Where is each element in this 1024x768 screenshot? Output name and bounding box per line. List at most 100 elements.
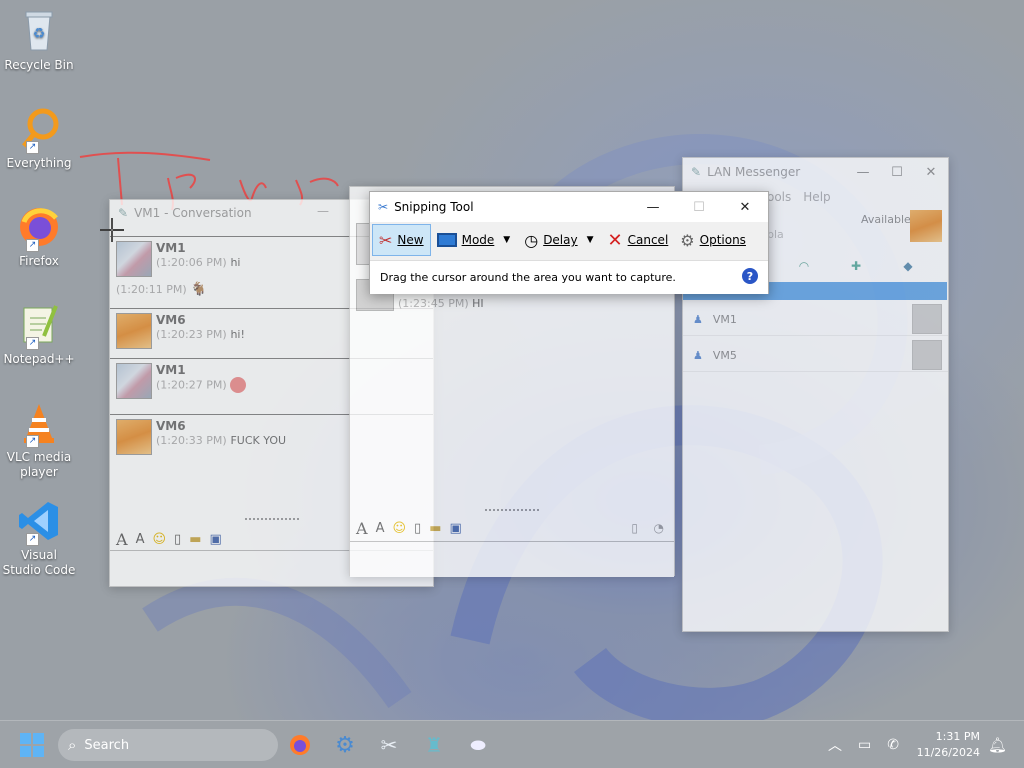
desktop-icon-label: Visual Studio Code [2,548,76,577]
font-icon[interactable]: A [116,530,128,549]
firefox-icon [290,735,310,755]
send-folder-icon[interactable]: ▬ [429,521,441,536]
delay-button[interactable]: ◷ Delay ▼ [518,224,601,256]
resize-grip[interactable] [245,518,299,522]
format-toolbar: A A ☺ ▯ ▬ ▣ [116,530,222,549]
menu-tools[interactable]: ools [767,190,791,204]
save-icon[interactable]: ▣ [449,521,461,536]
save-icon[interactable]: ▣ [209,532,221,547]
conversation-title: VM1 - Conversation [134,206,252,220]
chevron-down-icon[interactable]: ▼ [587,235,594,245]
resize-grip[interactable] [485,509,539,513]
font-color-icon[interactable]: A [136,532,145,547]
chat-room-icon[interactable]: ✚ [836,259,876,273]
transfers-icon[interactable]: ◔ [654,521,664,535]
minimize-icon[interactable]: — [317,204,329,218]
taskbar-settings[interactable]: ⚙ [331,731,359,759]
note-field[interactable]: bla [767,228,784,241]
avatar [912,304,942,334]
font-color-icon[interactable]: A [376,521,385,536]
app-icon: ⬬ [470,734,486,756]
desktop-icon-recycle-bin[interactable]: ♻ Recycle Bin [2,8,76,73]
start-button[interactable] [18,731,46,759]
smiley-icon[interactable]: ☺ [152,532,166,547]
everything-search-icon: ↗ [16,106,62,154]
help-icon[interactable]: ? [742,268,758,284]
menu-help[interactable]: Help [803,190,830,204]
avatar [116,363,152,399]
window-controls: — ☐ ✕ [630,192,768,222]
avatar [116,313,152,349]
contact-name: VM1 [712,313,737,326]
smiley-icon[interactable]: ☺ [392,521,406,536]
avatar[interactable] [910,210,942,242]
lan-messenger-icon: ♜ [425,733,443,757]
history-icon[interactable]: ▯ [631,521,638,535]
system-tray: ︿ ▭ ✆ [828,721,899,768]
mode-button[interactable]: Mode ▼ [431,224,519,256]
new-button[interactable]: ✂ New [372,224,431,256]
desktop-icon-label: Notepad++ [3,352,75,366]
snipping-tool-window[interactable]: ✂ Snipping Tool — ☐ ✕ ✂ New Mode ▼ ◷ Del… [369,191,769,294]
menu-bar: ools Help [767,190,831,204]
chevron-down-icon[interactable]: ▼ [503,235,510,245]
desktop-icon-vlc[interactable]: ↗ VLC media player [2,400,76,480]
taskbar-search[interactable]: ⌕ Search [58,729,278,761]
chevron-up-icon[interactable]: ︿ [828,735,842,755]
options-button[interactable]: ⚙ Options [674,224,752,256]
notepad-plus-plus-icon: ↗ [16,302,62,350]
send-file-icon[interactable]: ▯ [414,521,421,536]
taskbar-lan-messenger[interactable]: ♜ [420,731,448,759]
taskbar-snipping-tool[interactable]: ✂ [375,731,403,759]
transfer-icon[interactable]: ◆ [888,259,928,273]
windows-logo-icon [20,733,44,757]
close-button[interactable]: ✕ [722,192,768,222]
lan-messenger-icon: ✎ [691,165,702,179]
desktop-icon-label: VLC media player [6,450,72,479]
desktop-icon-notepad-plus-plus[interactable]: ↗ Notepad++ [2,302,76,367]
vscode-icon: ↗ [16,498,62,546]
new-button-label: New [397,233,424,247]
minimize-button[interactable]: — [846,158,880,186]
online-status-icon: ♟ [693,349,703,362]
maximize-button[interactable]: ☐ [676,192,722,222]
cancel-button[interactable]: ✕ Cancel [602,224,675,256]
network-icon[interactable]: ▭ [858,737,871,753]
status-label[interactable]: Available [861,213,911,226]
cancel-button-label: Cancel [627,233,669,247]
search-icon: ⌕ [68,736,77,754]
window-controls: — ☐ ✕ [846,158,948,186]
contact-item[interactable]: ♟ VM1 [683,304,948,336]
desktop-icon-everything[interactable]: ↗ Everything [2,106,76,171]
desktop-icon-firefox[interactable]: ↗ Firefox [2,204,76,269]
new-snip-icon: ✂ [379,230,393,250]
message-text: HI [472,297,484,310]
clock-time: 1:31 PM [935,730,980,743]
send-file-icon[interactable]: ▯ [174,532,181,547]
window-title: LAN Messenger [707,165,801,179]
mode-icon [436,233,457,247]
bell-icon[interactable]: 🔔︎ [988,736,1007,754]
message-time: (1:23:45 PM) [398,297,469,310]
volume-icon[interactable]: ✆ [887,737,899,753]
maximize-button[interactable]: ☐ [880,158,914,186]
notification-area: 🔔︎ [988,721,1007,768]
taskbar-firefox[interactable] [286,731,314,759]
clock[interactable]: 1:31 PM 11/26/2024 [917,729,980,761]
desktop-icon-label: Everything [6,156,72,170]
taskbar-app-running[interactable]: ⬬ [464,731,492,759]
desktop-icon-label: Recycle Bin [4,58,74,72]
contact-item[interactable]: ♟ VM5 [683,340,948,372]
minimize-button[interactable]: — [630,192,676,222]
goat-emoticon-icon: 🐐 [190,282,207,297]
desktop-icon-vscode[interactable]: ↗ Visual Studio Code [2,498,76,578]
send-folder-icon[interactable]: ▬ [189,532,201,547]
message-item: (1:23:45 PM) HI [398,297,484,310]
message-input[interactable] [350,541,674,577]
font-icon[interactable]: A [356,519,368,538]
broadcast-icon[interactable]: ◠ [784,259,824,273]
close-button[interactable]: ✕ [914,158,948,186]
avatar [116,241,152,277]
options-button-label: Options [699,233,746,247]
firefox-icon: ↗ [16,204,62,252]
